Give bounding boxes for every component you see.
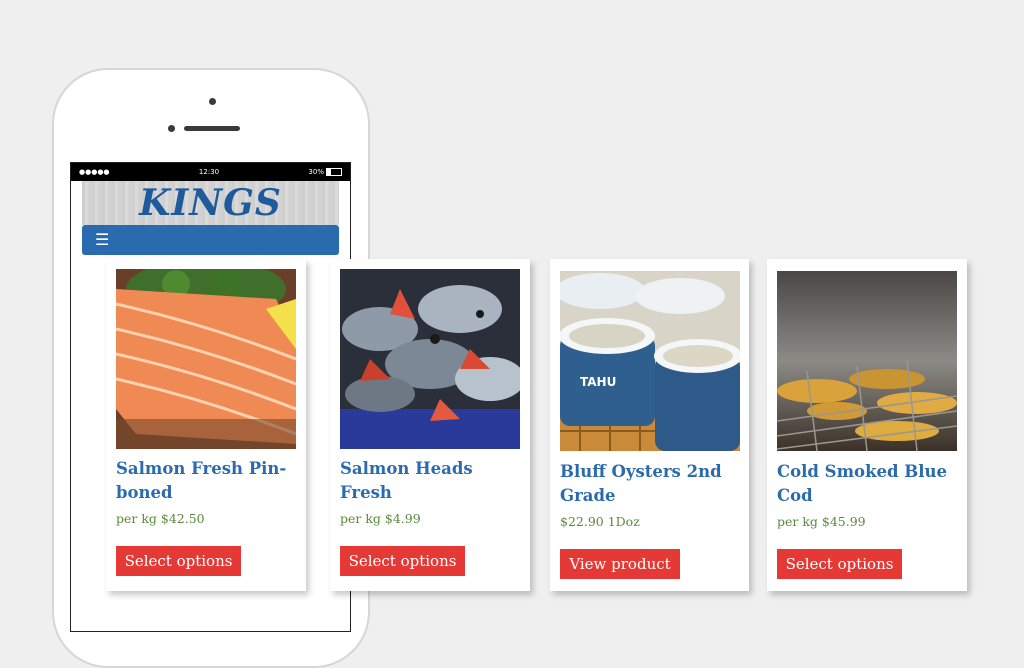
product-title[interactable]: Salmon Fresh Pin-boned — [116, 457, 291, 505]
nav-bar: ☰ — [82, 225, 339, 255]
product-price: $22.90 1Doz — [560, 514, 640, 529]
battery-percent: 30% — [308, 168, 324, 176]
status-bar: ●●●●● 12:30 30% — [71, 163, 350, 181]
site-header: KINGS — [82, 181, 339, 225]
product-card: Salmon Heads Fresh per kg $4.99 Select o… — [330, 259, 530, 591]
product-title[interactable]: Cold Smoked Blue Cod — [777, 460, 957, 508]
product-image[interactable] — [116, 269, 296, 449]
earpiece-speaker — [184, 126, 240, 131]
select-options-button[interactable]: Select options — [777, 549, 902, 579]
front-camera — [168, 125, 175, 132]
battery-icon — [325, 168, 342, 176]
product-image[interactable] — [340, 269, 520, 449]
product-card: TAHU Bluff Oysters 2nd Grade $22.90 1Doz… — [550, 259, 749, 591]
product-card: Salmon Fresh Pin-boned per kg $42.50 Sel… — [106, 259, 306, 591]
signal-indicator: ●●●●● — [79, 168, 110, 176]
svg-text:TAHU: TAHU — [580, 375, 616, 389]
product-price: per kg $4.99 — [340, 511, 421, 526]
view-product-button[interactable]: View product — [560, 549, 680, 579]
product-image[interactable] — [777, 271, 957, 451]
product-title[interactable]: Salmon Heads Fresh — [340, 457, 525, 505]
select-options-button[interactable]: Select options — [340, 546, 465, 576]
select-options-button[interactable]: Select options — [116, 546, 241, 576]
product-title[interactable]: Bluff Oysters 2nd Grade — [560, 460, 740, 508]
product-price: per kg $42.50 — [116, 511, 205, 526]
product-image[interactable]: TAHU — [560, 271, 740, 451]
camera-dot — [209, 98, 216, 105]
status-time: 12:30 — [198, 168, 220, 176]
battery-status: 30% — [308, 168, 342, 176]
product-price: per kg $45.99 — [777, 514, 866, 529]
menu-icon[interactable]: ☰ — [95, 232, 109, 248]
product-card: Cold Smoked Blue Cod per kg $45.99 Selec… — [767, 259, 967, 591]
site-logo[interactable]: KINGS — [139, 182, 282, 224]
